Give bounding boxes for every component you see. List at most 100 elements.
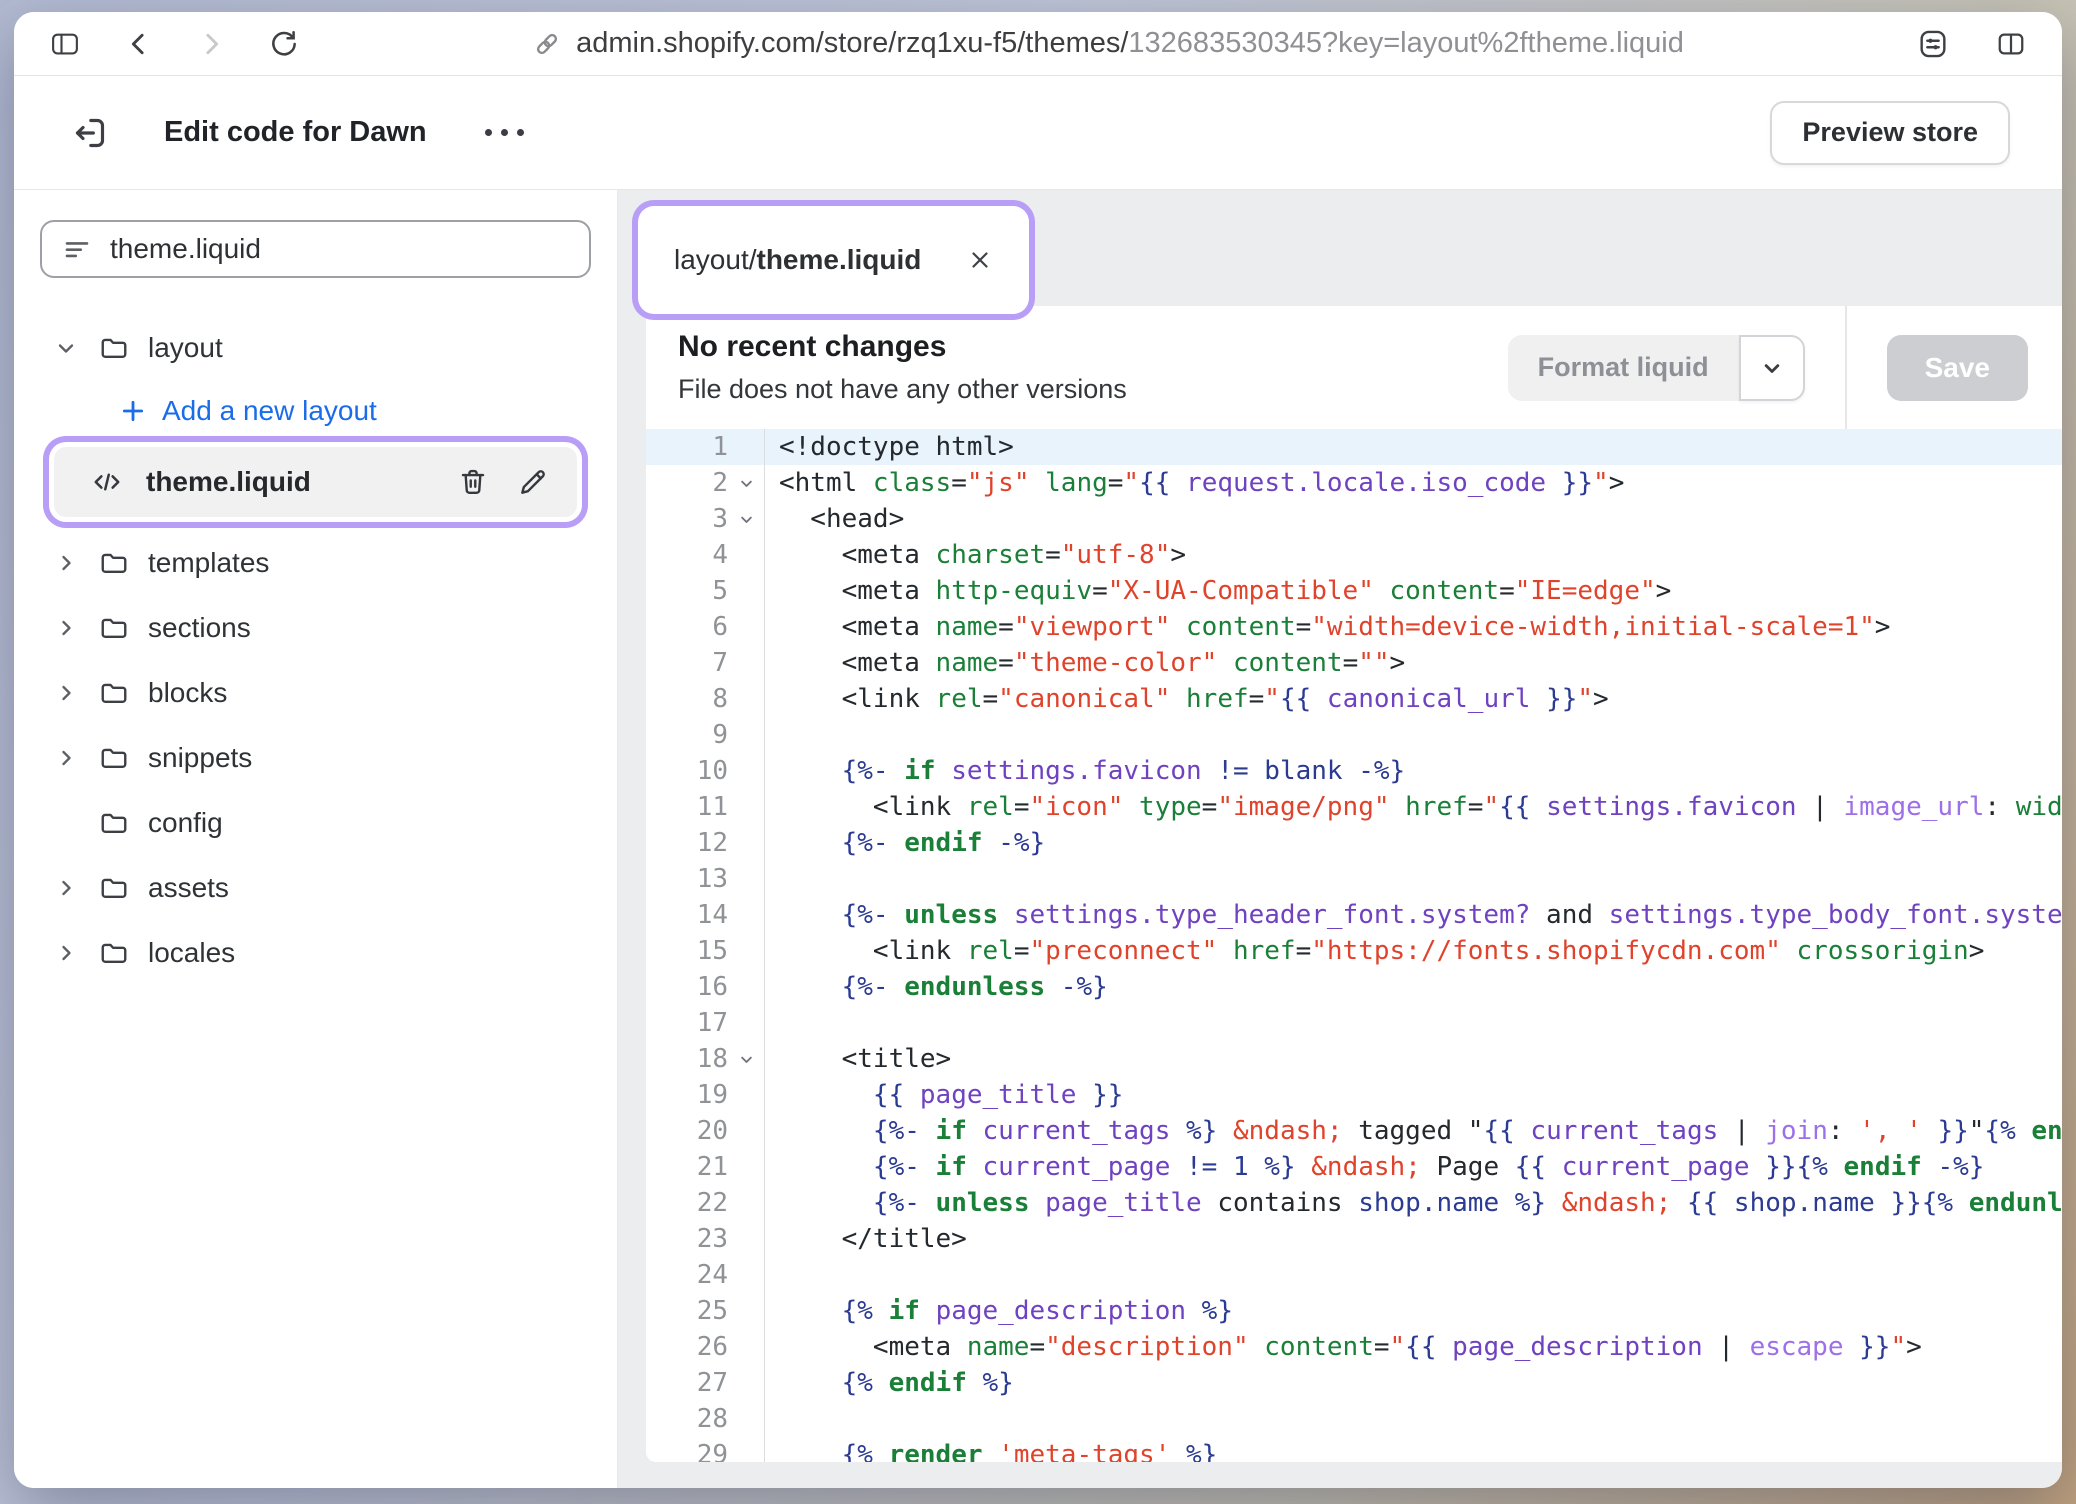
add-new-layout-label: Add a new layout (162, 395, 377, 427)
code-editor[interactable]: 1<!doctype html>2<html class="js" lang="… (646, 429, 2062, 1462)
folder-label: config (148, 807, 223, 839)
line-number: 12 (646, 825, 728, 861)
folder-templates[interactable]: templates (40, 537, 591, 589)
chevron-right-icon (52, 876, 80, 900)
code-line[interactable]: 29 {% render 'meta-tags' %} (646, 1437, 2062, 1462)
code-line[interactable]: 1<!doctype html> (646, 429, 2062, 465)
code-line[interactable]: 6 <meta name="viewport" content="width=d… (646, 609, 2062, 645)
code-text: <meta charset="utf-8"> (764, 537, 2062, 573)
preview-store-button[interactable]: Preview store (1770, 101, 2010, 165)
code-line[interactable]: 14 {%- unless settings.type_header_font.… (646, 897, 2062, 933)
code-line[interactable]: 12 {%- endif -%} (646, 825, 2062, 861)
code-text: {%- endunless -%} (764, 969, 2062, 1005)
fold-gutter (728, 1329, 764, 1365)
folder-locales[interactable]: locales (40, 927, 591, 979)
line-number: 24 (646, 1257, 728, 1293)
sidebar-toggle-icon[interactable] (48, 29, 82, 59)
line-number: 1 (646, 429, 728, 465)
code-line[interactable]: 9 (646, 717, 2062, 753)
version-status-subtitle: File does not have any other versions (678, 374, 1508, 405)
code-text: <meta name="viewport" content="width=dev… (764, 609, 2062, 645)
folder-blocks[interactable]: blocks (40, 667, 591, 719)
code-line[interactable]: 5 <meta http-equiv="X-UA-Compatible" con… (646, 573, 2062, 609)
code-line[interactable]: 13 (646, 861, 2062, 897)
file-sidebar: theme.liquid layout Add a new layout the… (14, 190, 618, 1488)
fold-gutter (728, 1257, 764, 1293)
code-line[interactable]: 26 <meta name="description" content="{{ … (646, 1329, 2062, 1365)
code-line[interactable]: 20 {%- if current_tags %} &ndash; tagged… (646, 1113, 2062, 1149)
folder-icon (98, 613, 130, 643)
code-line[interactable]: 24 (646, 1257, 2062, 1293)
code-text: {%- if current_page != 1 %} &ndash; Page… (764, 1149, 2062, 1185)
folder-snippets[interactable]: snippets (40, 732, 591, 784)
app-header: Edit code for Dawn Preview store (14, 76, 2062, 190)
line-number: 16 (646, 969, 728, 1005)
code-file-icon (90, 467, 124, 497)
folder-sections[interactable]: sections (40, 602, 591, 654)
split-view-icon[interactable] (1994, 29, 2028, 59)
fold-gutter (728, 429, 764, 465)
code-line[interactable]: 4 <meta charset="utf-8"> (646, 537, 2062, 573)
code-line[interactable]: 2<html class="js" lang="{{ request.local… (646, 465, 2062, 501)
folder-icon (98, 548, 130, 578)
format-liquid-button[interactable]: Format liquid (1508, 335, 1739, 401)
fold-gutter (728, 861, 764, 897)
chevron-down-icon (52, 336, 80, 360)
code-line[interactable]: 18 <title> (646, 1041, 2062, 1077)
fold-toggle-icon[interactable] (728, 465, 764, 501)
page-settings-icon[interactable] (1916, 27, 1950, 61)
format-liquid-caret[interactable] (1739, 335, 1805, 401)
tab-strip: layout/theme.liquid (618, 190, 2062, 306)
code-line[interactable]: 21 {%- if current_page != 1 %} &ndash; P… (646, 1149, 2062, 1185)
code-text (764, 717, 2062, 753)
more-actions-icon[interactable] (485, 129, 524, 136)
add-new-layout-link[interactable]: Add a new layout (40, 387, 591, 435)
code-line[interactable]: 27 {% endif %} (646, 1365, 2062, 1401)
forward-icon[interactable] (196, 29, 226, 59)
filter-icon (62, 234, 92, 264)
folder-label: blocks (148, 677, 227, 709)
line-number: 8 (646, 681, 728, 717)
code-line[interactable]: 28 (646, 1401, 2062, 1437)
reload-icon[interactable] (268, 28, 300, 60)
code-line[interactable]: 23 </title> (646, 1221, 2062, 1257)
code-line[interactable]: 3 <head> (646, 501, 2062, 537)
line-number: 13 (646, 861, 728, 897)
code-text: {%- unless settings.type_header_font.sys… (764, 897, 2062, 933)
code-line[interactable]: 7 <meta name="theme-color" content=""> (646, 645, 2062, 681)
folder-icon (98, 743, 130, 773)
folder-label: layout (148, 332, 223, 364)
fold-gutter (728, 1293, 764, 1329)
code-line[interactable]: 22 {%- unless page_title contains shop.n… (646, 1185, 2062, 1221)
folder-layout[interactable]: layout (40, 322, 591, 374)
save-button[interactable]: Save (1887, 335, 2028, 401)
file-search-input[interactable]: theme.liquid (40, 220, 591, 278)
fold-toggle-icon[interactable] (728, 1041, 764, 1077)
code-line[interactable]: 25 {% if page_description %} (646, 1293, 2062, 1329)
line-number: 27 (646, 1365, 728, 1401)
line-number: 28 (646, 1401, 728, 1437)
file-item-theme-liquid[interactable]: theme.liquid (54, 447, 577, 517)
folder-assets[interactable]: assets (40, 862, 591, 914)
code-line[interactable]: 19 {{ page_title }} (646, 1077, 2062, 1113)
code-line[interactable]: 11 <link rel="icon" type="image/png" hre… (646, 789, 2062, 825)
fold-gutter (728, 537, 764, 573)
fold-toggle-icon[interactable] (728, 501, 764, 537)
code-line[interactable]: 10 {%- if settings.favicon != blank -%} (646, 753, 2062, 789)
folder-label: snippets (148, 742, 252, 774)
tab-theme-liquid[interactable]: layout/theme.liquid (638, 206, 1029, 314)
close-tab-icon[interactable] (967, 247, 993, 273)
folder-config[interactable]: config (40, 797, 591, 849)
rename-file-icon[interactable] (517, 466, 549, 498)
code-line[interactable]: 15 <link rel="preconnect" href="https://… (646, 933, 2062, 969)
line-number: 25 (646, 1293, 728, 1329)
address-bar[interactable]: admin.shopify.com/store/rzq1xu-f5/themes… (576, 27, 1684, 60)
line-number: 6 (646, 609, 728, 645)
delete-file-icon[interactable] (457, 466, 489, 498)
back-icon[interactable] (124, 29, 154, 59)
code-line[interactable]: 8 <link rel="canonical" href="{{ canonic… (646, 681, 2062, 717)
editor-panel: No recent changes File does not have any… (646, 306, 2062, 1462)
code-line[interactable]: 17 (646, 1005, 2062, 1041)
code-line[interactable]: 16 {%- endunless -%} (646, 969, 2062, 1005)
exit-editor-icon[interactable] (70, 113, 110, 153)
